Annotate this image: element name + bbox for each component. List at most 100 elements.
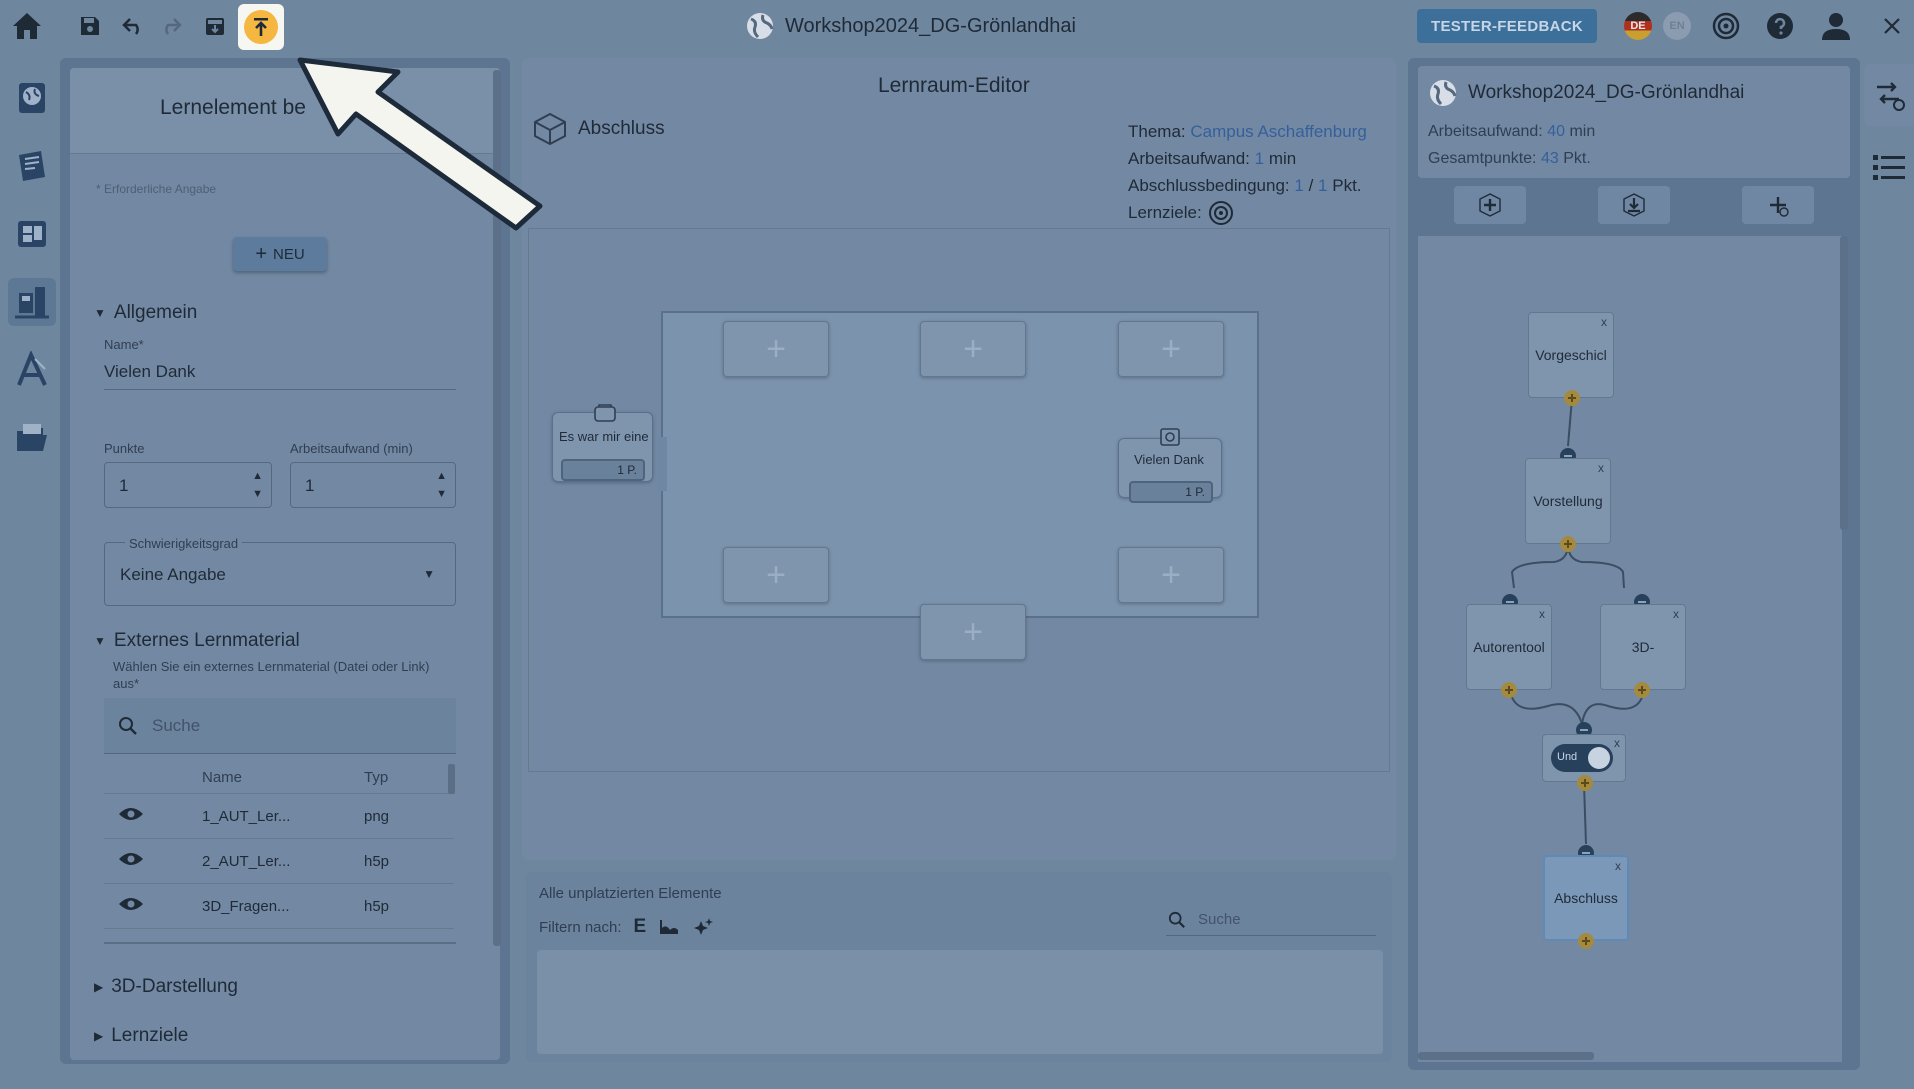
empty-slot[interactable]: + bbox=[723, 321, 829, 377]
goals-target-icon[interactable] bbox=[1208, 200, 1234, 226]
external-hint: Wählen Sie ein externes Lernmaterial (Da… bbox=[113, 659, 430, 691]
add-condition-button[interactable] bbox=[1742, 186, 1814, 224]
filter-bar: Filtern nach: E bbox=[539, 916, 714, 938]
empty-slot[interactable]: + bbox=[723, 547, 829, 603]
lang-en-flag[interactable]: EN bbox=[1663, 12, 1691, 40]
remove-node-icon[interactable]: x bbox=[1673, 607, 1679, 621]
section-3d[interactable]: ▶ 3D-Darstellung bbox=[94, 976, 238, 998]
goal-target-icon[interactable] bbox=[1708, 8, 1744, 44]
remove-node-icon[interactable]: x bbox=[1539, 607, 1545, 621]
points-input[interactable]: 1 ▲ ▼ bbox=[104, 462, 272, 508]
close-icon[interactable] bbox=[1874, 8, 1910, 44]
space-meta: Thema: Campus Aschaffenburg Arbeitsaufwa… bbox=[1128, 118, 1367, 226]
filter-adaptive-icon[interactable] bbox=[692, 917, 714, 937]
learning-path-icon bbox=[1877, 82, 1905, 111]
list-view-tab[interactable] bbox=[1864, 136, 1914, 198]
export-icon[interactable] bbox=[197, 8, 233, 44]
table-row[interactable]: 3D_Fragen... h5p bbox=[104, 884, 454, 929]
eye-icon[interactable] bbox=[118, 806, 202, 826]
remove-node-icon[interactable]: x bbox=[1615, 859, 1621, 873]
section-external-material[interactable]: ▼ Externes Lernmaterial bbox=[94, 630, 300, 652]
nav-editor-icon[interactable] bbox=[8, 278, 56, 326]
learning-path-tab[interactable] bbox=[1864, 64, 1914, 126]
effort-label: Arbeitsaufwand (min) bbox=[290, 441, 413, 456]
graph-node-autorentool[interactable]: x Autorentool bbox=[1466, 604, 1552, 690]
out-port-icon[interactable] bbox=[1501, 682, 1517, 698]
remove-node-icon[interactable]: x bbox=[1601, 315, 1607, 329]
material-table: Name Typ 1_AUT_Ler... png 2_AUT_Ler... h… bbox=[104, 762, 454, 929]
and-or-toggle[interactable]: Und bbox=[1551, 744, 1613, 772]
editor-title: Lernraum-Editor bbox=[878, 74, 1030, 97]
unplaced-title: Alle unplatzierten Elemente bbox=[539, 885, 722, 902]
effort-input[interactable]: 1 ▲ ▼ bbox=[290, 462, 456, 508]
graph-node-vorgeschichte[interactable]: x Vorgeschicl bbox=[1528, 312, 1614, 398]
eye-icon[interactable] bbox=[118, 851, 202, 871]
section-goals[interactable]: ▶ Lernziele bbox=[94, 1025, 188, 1047]
user-icon[interactable] bbox=[1818, 8, 1854, 44]
out-port-icon[interactable] bbox=[1564, 390, 1580, 406]
caret-right-icon: ▶ bbox=[94, 980, 104, 994]
graph-node-3d[interactable]: x 3D- bbox=[1600, 604, 1686, 690]
out-port-icon[interactable] bbox=[1578, 933, 1594, 949]
import-button[interactable] bbox=[1598, 186, 1670, 224]
theme-link[interactable]: Campus Aschaffenburg bbox=[1190, 122, 1366, 141]
remove-node-icon[interactable]: x bbox=[1614, 736, 1620, 750]
points-stepper-icon[interactable]: ▲ ▼ bbox=[252, 467, 263, 503]
effort-stepper-icon[interactable]: ▲ ▼ bbox=[436, 467, 447, 503]
empty-slot[interactable]: + bbox=[920, 321, 1026, 377]
new-element-button[interactable]: + NEU bbox=[233, 237, 327, 271]
remove-node-icon[interactable]: x bbox=[1598, 461, 1604, 475]
required-note: * Erforderliche Angabe bbox=[96, 182, 217, 196]
difficulty-select[interactable]: Schwierigkeitsgrad Keine Angabe ▼ bbox=[104, 536, 456, 606]
lang-de-flag[interactable]: DE bbox=[1624, 12, 1652, 40]
name-label: Name* bbox=[104, 337, 144, 352]
undo-icon[interactable] bbox=[116, 8, 152, 44]
out-port-icon[interactable] bbox=[1577, 775, 1593, 791]
upload-icon bbox=[244, 10, 278, 44]
table-scrollbar[interactable] bbox=[448, 764, 455, 794]
nav-world-icon[interactable] bbox=[8, 74, 56, 122]
material-search-input[interactable]: Suche bbox=[104, 698, 456, 754]
out-port-icon[interactable] bbox=[1560, 536, 1576, 552]
unplaced-search-input[interactable]: Suche bbox=[1166, 904, 1376, 936]
graph-node-vorstellung[interactable]: x Vorstellung bbox=[1525, 458, 1611, 544]
help-icon[interactable] bbox=[1762, 8, 1798, 44]
empty-slot[interactable]: + bbox=[1118, 547, 1224, 603]
panel-title: Lernelement be bbox=[160, 96, 306, 119]
plus-icon: + bbox=[255, 243, 267, 265]
table-header: Name Typ bbox=[104, 762, 454, 794]
redo-icon[interactable] bbox=[152, 8, 188, 44]
space-name: Abschluss bbox=[532, 112, 665, 146]
caret-down-icon: ▼ bbox=[94, 634, 106, 648]
filter-story-icon[interactable] bbox=[658, 918, 680, 936]
nav-room-icon[interactable] bbox=[8, 210, 56, 258]
save-icon[interactable] bbox=[72, 8, 108, 44]
empty-slot[interactable]: + bbox=[1118, 321, 1224, 377]
name-input[interactable]: Vielen Dank bbox=[104, 362, 456, 390]
element-card-es-war-mir-eine[interactable]: Es war mir eine 1 P. bbox=[552, 404, 653, 482]
search-icon bbox=[119, 716, 137, 735]
nav-author-icon[interactable] bbox=[8, 346, 56, 394]
tester-feedback-button[interactable]: TESTER-FEEDBACK bbox=[1417, 9, 1597, 43]
add-space-icon bbox=[1479, 193, 1501, 217]
add-condition-icon bbox=[1770, 197, 1789, 217]
nav-book-icon[interactable] bbox=[8, 142, 56, 190]
filter-element-icon[interactable]: E bbox=[634, 916, 647, 938]
unplaced-drop-area[interactable] bbox=[537, 950, 1383, 1054]
home-icon[interactable] bbox=[9, 8, 45, 44]
section-allgemein[interactable]: ▼ Allgemein bbox=[94, 302, 197, 324]
dropdown-arrow-icon: ▼ bbox=[423, 567, 435, 581]
caret-down-icon: ▼ bbox=[94, 306, 106, 320]
eye-icon[interactable] bbox=[118, 896, 202, 916]
table-row[interactable]: 2_AUT_Ler... h5p bbox=[104, 839, 454, 884]
graph-node-abschluss[interactable]: x Abschluss bbox=[1543, 855, 1629, 941]
nav-folder-icon[interactable] bbox=[8, 414, 56, 462]
list-icon bbox=[1873, 155, 1905, 180]
table-row[interactable]: 1_AUT_Ler... png bbox=[104, 794, 454, 839]
globe-icon bbox=[1430, 80, 1457, 106]
out-port-icon[interactable] bbox=[1634, 682, 1650, 698]
element-card-vielen-dank[interactable]: Vielen Dank 1 P. bbox=[1118, 428, 1222, 503]
upload-button[interactable] bbox=[238, 4, 284, 50]
empty-slot[interactable]: + bbox=[920, 604, 1026, 660]
add-space-button[interactable] bbox=[1454, 186, 1526, 224]
